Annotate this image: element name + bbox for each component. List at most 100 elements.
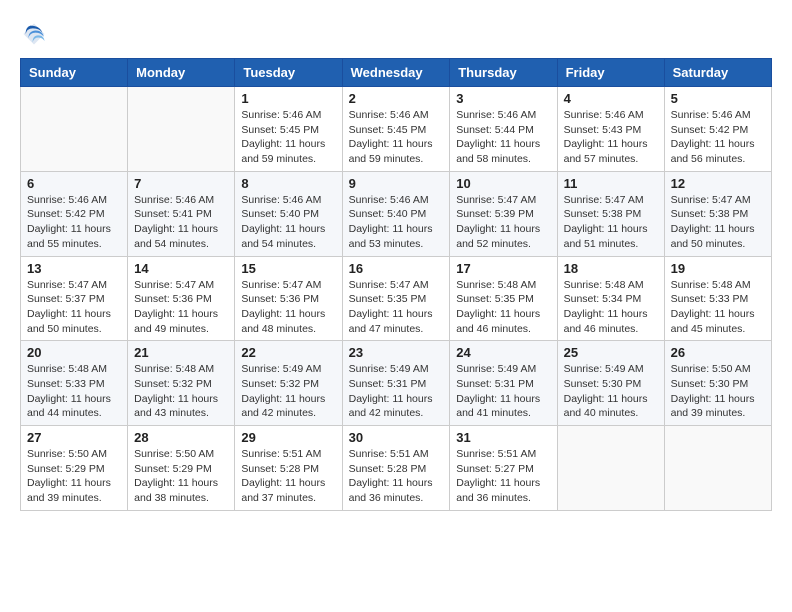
day-number: 13 — [27, 261, 121, 276]
calendar-cell: 19 Sunrise: 5:48 AM Sunset: 5:33 PM Dayli… — [664, 256, 771, 341]
day-info: Sunrise: 5:47 AM Sunset: 5:39 PM Dayligh… — [456, 193, 550, 252]
day-number: 11 — [564, 176, 658, 191]
calendar-cell: 26 Sunrise: 5:50 AM Sunset: 5:30 PM Dayli… — [664, 341, 771, 426]
day-number: 27 — [27, 430, 121, 445]
day-number: 3 — [456, 91, 550, 106]
day-info: Sunrise: 5:48 AM Sunset: 5:33 PM Dayligh… — [671, 278, 765, 337]
day-info: Sunrise: 5:51 AM Sunset: 5:27 PM Dayligh… — [456, 447, 550, 506]
calendar-cell: 2 Sunrise: 5:46 AM Sunset: 5:45 PM Daylig… — [342, 87, 450, 172]
calendar-cell: 8 Sunrise: 5:46 AM Sunset: 5:40 PM Daylig… — [235, 171, 342, 256]
calendar-cell — [21, 87, 128, 172]
calendar-cell: 27 Sunrise: 5:50 AM Sunset: 5:29 PM Dayli… — [21, 426, 128, 511]
calendar-cell: 23 Sunrise: 5:49 AM Sunset: 5:31 PM Dayli… — [342, 341, 450, 426]
day-info: Sunrise: 5:49 AM Sunset: 5:31 PM Dayligh… — [456, 362, 550, 421]
weekday-header-row: SundayMondayTuesdayWednesdayThursdayFrid… — [21, 59, 772, 87]
day-info: Sunrise: 5:47 AM Sunset: 5:37 PM Dayligh… — [27, 278, 121, 337]
calendar-cell: 28 Sunrise: 5:50 AM Sunset: 5:29 PM Dayli… — [128, 426, 235, 511]
calendar-cell: 30 Sunrise: 5:51 AM Sunset: 5:28 PM Dayli… — [342, 426, 450, 511]
day-info: Sunrise: 5:48 AM Sunset: 5:33 PM Dayligh… — [27, 362, 121, 421]
day-info: Sunrise: 5:46 AM Sunset: 5:43 PM Dayligh… — [564, 108, 658, 167]
day-info: Sunrise: 5:47 AM Sunset: 5:38 PM Dayligh… — [671, 193, 765, 252]
calendar-cell: 21 Sunrise: 5:48 AM Sunset: 5:32 PM Dayli… — [128, 341, 235, 426]
weekday-header-thursday: Thursday — [450, 59, 557, 87]
day-number: 30 — [349, 430, 444, 445]
day-number: 7 — [134, 176, 228, 191]
day-info: Sunrise: 5:49 AM Sunset: 5:31 PM Dayligh… — [349, 362, 444, 421]
calendar-cell: 11Sunrise: 5:47 AM Sunset: 5:38 PM Dayli… — [557, 171, 664, 256]
calendar-cell: 16 Sunrise: 5:47 AM Sunset: 5:35 PM Dayli… — [342, 256, 450, 341]
day-number: 31 — [456, 430, 550, 445]
day-info: Sunrise: 5:47 AM Sunset: 5:36 PM Dayligh… — [134, 278, 228, 337]
day-info: Sunrise: 5:46 AM Sunset: 5:45 PM Dayligh… — [349, 108, 444, 167]
day-number: 25 — [564, 345, 658, 360]
day-number: 9 — [349, 176, 444, 191]
calendar-cell: 14Sunrise: 5:47 AM Sunset: 5:36 PM Dayli… — [128, 256, 235, 341]
day-number: 21 — [134, 345, 228, 360]
day-info: Sunrise: 5:46 AM Sunset: 5:42 PM Dayligh… — [27, 193, 121, 252]
calendar-cell: 20 Sunrise: 5:48 AM Sunset: 5:33 PM Dayli… — [21, 341, 128, 426]
day-info: Sunrise: 5:49 AM Sunset: 5:30 PM Dayligh… — [564, 362, 658, 421]
logo-icon — [20, 20, 48, 48]
day-info: Sunrise: 5:46 AM Sunset: 5:45 PM Dayligh… — [241, 108, 335, 167]
day-info: Sunrise: 5:46 AM Sunset: 5:40 PM Dayligh… — [241, 193, 335, 252]
calendar-cell: 1 Sunrise: 5:46 AM Sunset: 5:45 PM Daylig… — [235, 87, 342, 172]
day-info: Sunrise: 5:50 AM Sunset: 5:29 PM Dayligh… — [134, 447, 228, 506]
day-number: 5 — [671, 91, 765, 106]
day-number: 23 — [349, 345, 444, 360]
calendar-week-3: 13 Sunrise: 5:47 AM Sunset: 5:37 PM Dayli… — [21, 256, 772, 341]
calendar-cell — [128, 87, 235, 172]
day-number: 18 — [564, 261, 658, 276]
calendar-table: SundayMondayTuesdayWednesdayThursdayFrid… — [20, 58, 772, 511]
logo — [20, 20, 52, 48]
day-number: 12 — [671, 176, 765, 191]
day-number: 16 — [349, 261, 444, 276]
day-number: 20 — [27, 345, 121, 360]
calendar-week-5: 27 Sunrise: 5:50 AM Sunset: 5:29 PM Dayli… — [21, 426, 772, 511]
day-info: Sunrise: 5:48 AM Sunset: 5:32 PM Dayligh… — [134, 362, 228, 421]
day-number: 19 — [671, 261, 765, 276]
weekday-header-wednesday: Wednesday — [342, 59, 450, 87]
calendar-cell — [557, 426, 664, 511]
day-number: 24 — [456, 345, 550, 360]
page-header — [20, 20, 772, 48]
calendar-week-1: 1 Sunrise: 5:46 AM Sunset: 5:45 PM Daylig… — [21, 87, 772, 172]
weekday-header-sunday: Sunday — [21, 59, 128, 87]
calendar-cell: 3 Sunrise: 5:46 AM Sunset: 5:44 PM Daylig… — [450, 87, 557, 172]
day-info: Sunrise: 5:47 AM Sunset: 5:35 PM Dayligh… — [349, 278, 444, 337]
day-number: 29 — [241, 430, 335, 445]
day-info: Sunrise: 5:51 AM Sunset: 5:28 PM Dayligh… — [241, 447, 335, 506]
day-info: Sunrise: 5:46 AM Sunset: 5:42 PM Dayligh… — [671, 108, 765, 167]
calendar-cell: 25 Sunrise: 5:49 AM Sunset: 5:30 PM Dayli… — [557, 341, 664, 426]
calendar-cell: 4Sunrise: 5:46 AM Sunset: 5:43 PM Daylig… — [557, 87, 664, 172]
day-info: Sunrise: 5:47 AM Sunset: 5:36 PM Dayligh… — [241, 278, 335, 337]
calendar-cell: 31 Sunrise: 5:51 AM Sunset: 5:27 PM Dayli… — [450, 426, 557, 511]
day-info: Sunrise: 5:46 AM Sunset: 5:41 PM Dayligh… — [134, 193, 228, 252]
day-info: Sunrise: 5:50 AM Sunset: 5:29 PM Dayligh… — [27, 447, 121, 506]
day-info: Sunrise: 5:46 AM Sunset: 5:44 PM Dayligh… — [456, 108, 550, 167]
calendar-cell: 18Sunrise: 5:48 AM Sunset: 5:34 PM Dayli… — [557, 256, 664, 341]
weekday-header-friday: Friday — [557, 59, 664, 87]
day-info: Sunrise: 5:51 AM Sunset: 5:28 PM Dayligh… — [349, 447, 444, 506]
day-number: 6 — [27, 176, 121, 191]
day-number: 1 — [241, 91, 335, 106]
day-info: Sunrise: 5:48 AM Sunset: 5:35 PM Dayligh… — [456, 278, 550, 337]
calendar-cell — [664, 426, 771, 511]
calendar-cell: 17 Sunrise: 5:48 AM Sunset: 5:35 PM Dayli… — [450, 256, 557, 341]
weekday-header-tuesday: Tuesday — [235, 59, 342, 87]
day-number: 26 — [671, 345, 765, 360]
day-number: 8 — [241, 176, 335, 191]
day-number: 17 — [456, 261, 550, 276]
calendar-cell: 29 Sunrise: 5:51 AM Sunset: 5:28 PM Dayli… — [235, 426, 342, 511]
day-info: Sunrise: 5:50 AM Sunset: 5:30 PM Dayligh… — [671, 362, 765, 421]
calendar-cell: 5 Sunrise: 5:46 AM Sunset: 5:42 PM Daylig… — [664, 87, 771, 172]
weekday-header-monday: Monday — [128, 59, 235, 87]
calendar-week-4: 20 Sunrise: 5:48 AM Sunset: 5:33 PM Dayli… — [21, 341, 772, 426]
calendar-cell: 13 Sunrise: 5:47 AM Sunset: 5:37 PM Dayli… — [21, 256, 128, 341]
calendar-week-2: 6 Sunrise: 5:46 AM Sunset: 5:42 PM Daylig… — [21, 171, 772, 256]
calendar-cell: 6 Sunrise: 5:46 AM Sunset: 5:42 PM Daylig… — [21, 171, 128, 256]
calendar-cell: 12 Sunrise: 5:47 AM Sunset: 5:38 PM Dayli… — [664, 171, 771, 256]
calendar-cell: 24 Sunrise: 5:49 AM Sunset: 5:31 PM Dayli… — [450, 341, 557, 426]
day-number: 2 — [349, 91, 444, 106]
day-info: Sunrise: 5:46 AM Sunset: 5:40 PM Dayligh… — [349, 193, 444, 252]
day-number: 28 — [134, 430, 228, 445]
